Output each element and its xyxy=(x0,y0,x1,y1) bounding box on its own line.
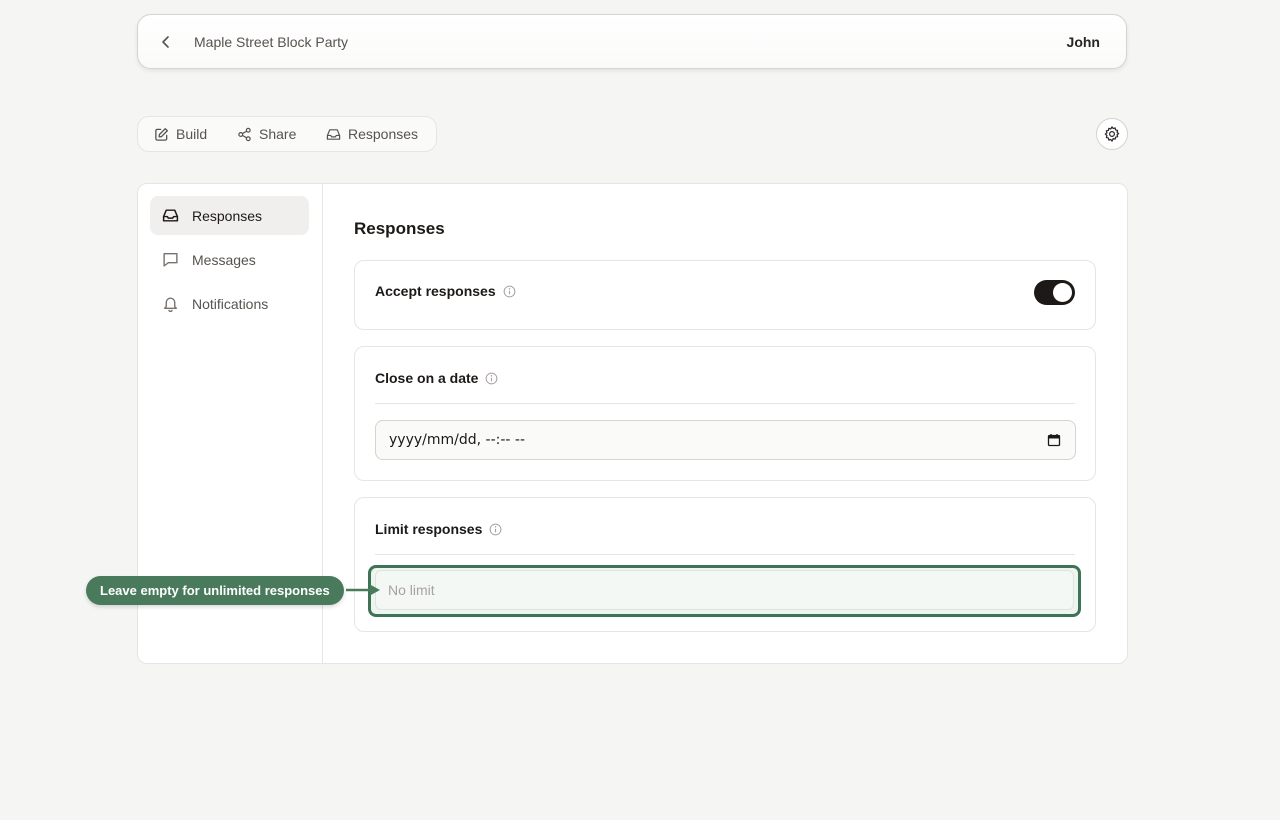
inbox-icon xyxy=(326,128,341,140)
section-title: Responses xyxy=(354,219,445,238)
tab-share-label: Share xyxy=(259,126,297,142)
form-title: Maple Street Block Party xyxy=(194,34,349,50)
share-icon xyxy=(238,127,251,141)
limit-responses-label: Limit responses xyxy=(375,521,483,537)
toggle-knob xyxy=(1053,283,1072,302)
sidebar-item-label: Messages xyxy=(192,252,256,268)
back-button[interactable] xyxy=(156,32,176,52)
tab-responses[interactable]: Responses xyxy=(326,117,418,151)
tab-build-label: Build xyxy=(176,126,208,142)
close-date-value: yyyy/mm/dd, --:-- -- xyxy=(389,432,526,448)
accept-responses-row: Accept responses xyxy=(375,283,516,299)
edit-icon xyxy=(155,127,168,141)
limit-responses-input[interactable] xyxy=(375,570,1074,610)
accept-responses-card: Accept responses xyxy=(354,260,1096,330)
close-date-card: Close on a date yyyy/mm/dd, --:-- -- xyxy=(354,346,1096,481)
close-date-input[interactable]: yyyy/mm/dd, --:-- -- xyxy=(375,420,1076,460)
hint-text: Leave empty for unlimited responses xyxy=(100,583,330,598)
bell-icon xyxy=(163,297,178,312)
divider xyxy=(375,554,1075,555)
limit-responses-row: Limit responses xyxy=(375,521,502,537)
info-icon[interactable] xyxy=(503,285,516,298)
divider xyxy=(375,403,1075,404)
close-date-row: Close on a date xyxy=(375,370,498,386)
tab-build[interactable]: Build xyxy=(154,117,207,151)
tab-share[interactable]: Share xyxy=(237,117,296,151)
sidebar-item-messages[interactable]: Messages xyxy=(150,240,309,279)
accept-responses-label: Accept responses xyxy=(375,283,496,299)
message-icon xyxy=(163,252,178,267)
info-icon[interactable] xyxy=(485,372,498,385)
sidebar-item-label: Responses xyxy=(192,208,263,224)
settings-button[interactable] xyxy=(1096,118,1128,150)
top-bar: Maple Street Block Party John xyxy=(137,14,1127,69)
sidebar-item-notifications[interactable]: Notifications xyxy=(150,284,309,323)
sidebar-item-responses[interactable]: Responses xyxy=(150,196,309,235)
gear-icon xyxy=(1104,126,1120,142)
inbox-icon xyxy=(162,209,179,222)
sidebar-item-label: Notifications xyxy=(192,296,269,312)
hint-callout: Leave empty for unlimited responses xyxy=(86,576,344,605)
accept-responses-toggle[interactable] xyxy=(1034,280,1075,305)
arrow-right-icon xyxy=(346,584,380,596)
tab-responses-label: Responses xyxy=(348,126,419,142)
user-name[interactable]: John xyxy=(1067,34,1100,50)
chevron-left-icon xyxy=(162,36,169,48)
tab-bar: Build Share Responses xyxy=(137,116,437,152)
close-date-label: Close on a date xyxy=(375,370,479,386)
info-icon[interactable] xyxy=(489,523,502,536)
calendar-icon[interactable] xyxy=(1047,433,1061,447)
